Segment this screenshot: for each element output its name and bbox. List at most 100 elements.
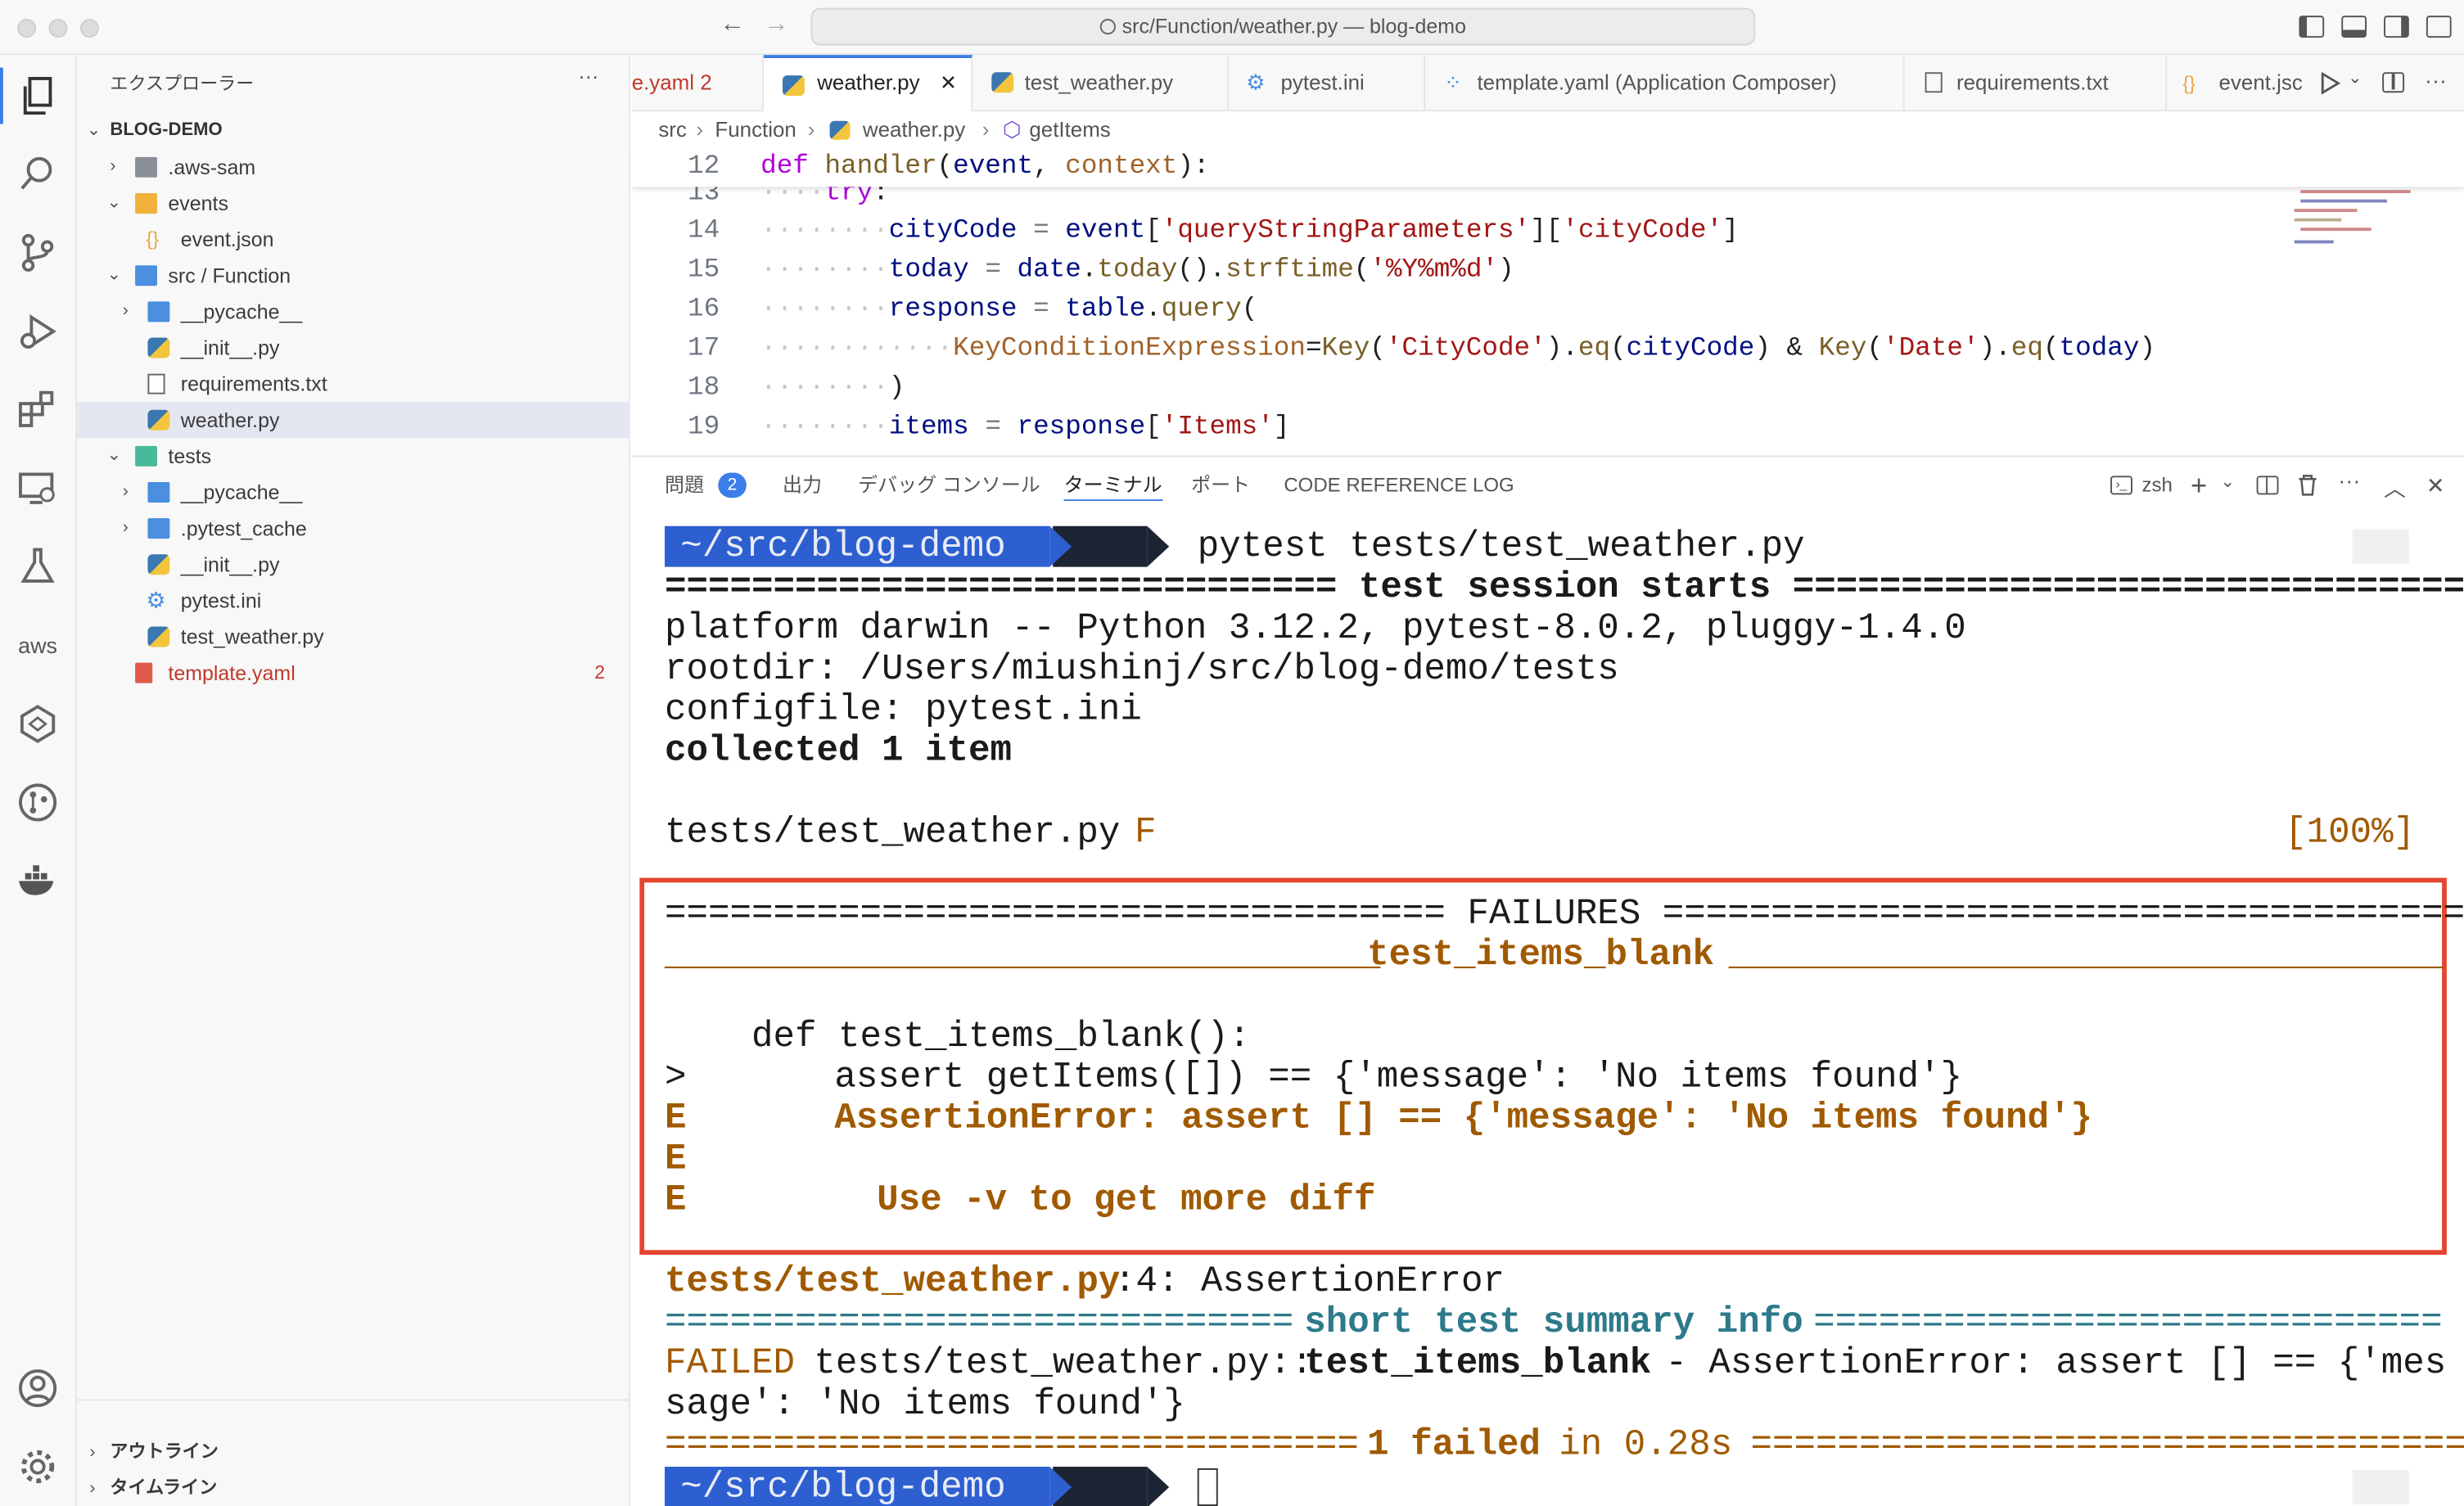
tree-item-pycache[interactable]: › __pycache__ <box>77 294 630 330</box>
tab-code-reference-log[interactable]: CODE REFERENCE LOG <box>1284 457 1514 513</box>
account-icon[interactable] <box>16 1366 60 1410</box>
tree-item-event-json[interactable]: {} event.json <box>77 222 630 258</box>
code-line: ········response = table.query( <box>760 295 1258 326</box>
tree-item-template-yaml[interactable]: template.yaml 2 <box>77 655 630 691</box>
run-debug-icon[interactable] <box>16 309 60 354</box>
tree-item-init-py[interactable]: __init__.py <box>77 330 630 366</box>
minimize-window-button[interactable] <box>48 19 68 38</box>
tab-test-weather-py[interactable]: test_weather.py <box>973 55 1230 112</box>
tree-item-weather-py[interactable]: weather.py <box>77 402 630 439</box>
chevron-down-icon[interactable]: ⌄ <box>2348 68 2362 88</box>
editor-tabs: e.yaml 2 weather.py ✕ test_weather.py ⚙ … <box>631 55 2464 112</box>
tree-item-requirements-txt[interactable]: requirements.txt <box>77 366 630 402</box>
chevron-down-icon: ⌄ <box>86 120 102 140</box>
composer-icon: ⁘ <box>1444 70 1462 95</box>
outline-section[interactable]: › アウトライン <box>77 1436 630 1472</box>
workspace-root[interactable]: ⌄ BLOG-DEMO <box>77 113 630 149</box>
more-actions-icon[interactable]: ··· <box>2425 68 2447 93</box>
active-indicator <box>0 67 3 124</box>
chevron-right-icon: › <box>807 117 815 142</box>
explorer-sidebar: エクスプローラー ··· ⌄ BLOG-DEMO › .aws-sam ⌄ ev… <box>77 55 630 1506</box>
tab-template-yaml-composer[interactable]: ⁘ template.yaml (Application Composer) <box>1425 55 1905 112</box>
source-control-icon[interactable] <box>16 231 60 275</box>
tab-output[interactable]: 出力 <box>783 457 822 513</box>
maximize-panel-icon[interactable]: ︿ <box>2384 460 2406 516</box>
add-terminal-icon[interactable]: + <box>2191 457 2207 513</box>
code-editor[interactable]: 12 def handler(event, context): 13 ····t… <box>631 149 2464 456</box>
tab-event-json[interactable]: {} event.jsc <box>2167 55 2312 111</box>
tree-item-events[interactable]: ⌄ events <box>77 185 630 221</box>
toggle-panel-icon[interactable] <box>2341 16 2367 38</box>
chevron-right-icon: › <box>89 1443 96 1463</box>
tree-item-tests-pycache[interactable]: › __pycache__ <box>77 474 630 510</box>
python-file-icon <box>782 75 805 97</box>
tree-item-pytest-cache[interactable]: › .pytest_cache <box>77 511 630 547</box>
sticky-scroll: 12 def handler(event, context): <box>631 149 2464 187</box>
search-icon[interactable] <box>16 152 60 196</box>
chevron-down-icon: ⌄ <box>106 265 122 285</box>
tab-debug-console[interactable]: デバッグ コンソール <box>858 457 1040 513</box>
bottom-panel: 問題 2 出力 デバッグ コンソール ターミナル ポート CODE REFERE… <box>631 455 2464 1506</box>
prompt-right-segment <box>2352 529 2409 564</box>
tab-ports[interactable]: ポート <box>1191 457 1250 513</box>
close-window-button[interactable] <box>17 19 37 38</box>
code-line: ········items = response['Items'] <box>760 413 1290 444</box>
tree-item-pytest-ini[interactable]: ⚙ pytest.ini <box>77 583 630 619</box>
command-center[interactable]: src/Function/weather.py — blog-demo <box>810 7 1756 46</box>
application-composer-icon[interactable] <box>16 702 60 746</box>
yaml-file-icon <box>135 662 153 683</box>
remote-explorer-icon[interactable] <box>16 467 60 511</box>
tab-requirements-txt[interactable]: requirements.txt <box>1905 55 2168 112</box>
prompt-arrow <box>1049 525 1072 567</box>
chevron-down-icon: ⌄ <box>106 445 122 465</box>
python-file-icon <box>147 626 170 647</box>
code-line: ········today = date.today().strftime('%… <box>760 255 1514 286</box>
code-line: ········) <box>760 373 905 404</box>
folder-test-icon <box>135 445 157 467</box>
chevron-down-icon[interactable]: ⌄ <box>2220 453 2235 510</box>
git-graph-icon[interactable] <box>16 781 60 825</box>
timeline-section[interactable]: › タイムライン <box>77 1472 630 1506</box>
customize-layout-icon[interactable] <box>2426 16 2452 38</box>
trash-icon[interactable] <box>2298 474 2318 496</box>
tab-terminal[interactable]: ターミナル <box>1063 457 1162 502</box>
tree-item-tests-init-py[interactable]: __init__.py <box>77 547 630 583</box>
split-terminal-icon[interactable] <box>2256 476 2279 495</box>
tab-problems[interactable]: 問題 <box>665 457 704 513</box>
tab-template-yaml[interactable]: e.yaml 2 <box>632 55 764 112</box>
more-actions-icon[interactable]: ··· <box>578 65 598 88</box>
panel-tabs: 問題 2 出力 デバッグ コンソール ターミナル ポート CODE REFERE… <box>632 457 2464 513</box>
shell-name[interactable]: zsh <box>2141 457 2172 513</box>
tree-item-aws-sam[interactable]: › .aws-sam <box>77 149 630 185</box>
tab-pytest-ini[interactable]: ⚙ pytest.ini <box>1229 55 1426 112</box>
forward-arrow-icon[interactable]: → <box>764 11 789 39</box>
toggle-secondary-sidebar-icon[interactable] <box>2384 16 2409 38</box>
chevron-right-icon: › <box>122 518 129 538</box>
tree-item-src-function[interactable]: ⌄ src / Function <box>77 258 630 294</box>
chevron-right-icon: › <box>982 117 990 142</box>
close-panel-icon[interactable]: ✕ <box>2426 457 2445 513</box>
terminal[interactable]: ~/src/blog-demo pytest tests/test_weathe… <box>632 516 2464 1506</box>
terminal-icon: ›_ <box>2110 476 2132 495</box>
extensions-icon[interactable] <box>16 388 60 432</box>
testing-flask-icon[interactable] <box>16 545 60 589</box>
explorer-icon[interactable] <box>16 74 60 118</box>
explorer-title: エクスプローラー <box>110 75 255 95</box>
close-icon[interactable]: ✕ <box>940 58 957 111</box>
tree-item-tests[interactable]: ⌄ tests <box>77 438 630 474</box>
tab-weather-py[interactable]: weather.py ✕ <box>763 55 973 112</box>
run-icon[interactable] <box>2319 72 2341 95</box>
prompt-segment: ~/src/blog-demo <box>665 1467 1050 1506</box>
tree-item-test-weather-py[interactable]: test_weather.py <box>77 619 630 655</box>
prompt-segment: ~/src/blog-demo <box>665 525 1050 567</box>
settings-file-icon: ⚙ <box>146 587 166 613</box>
back-arrow-icon[interactable]: ← <box>720 11 745 39</box>
aws-icon[interactable]: aws <box>16 624 60 668</box>
gear-icon[interactable] <box>16 1445 60 1489</box>
split-editor-icon[interactable] <box>2382 72 2405 93</box>
docker-icon[interactable] <box>16 859 60 904</box>
zoom-window-button[interactable] <box>79 19 99 38</box>
more-actions-icon[interactable]: ··· <box>2338 453 2360 509</box>
title-bar: ← → src/Function/weather.py — blog-demo <box>0 0 2464 56</box>
toggle-sidebar-icon[interactable] <box>2299 16 2325 38</box>
